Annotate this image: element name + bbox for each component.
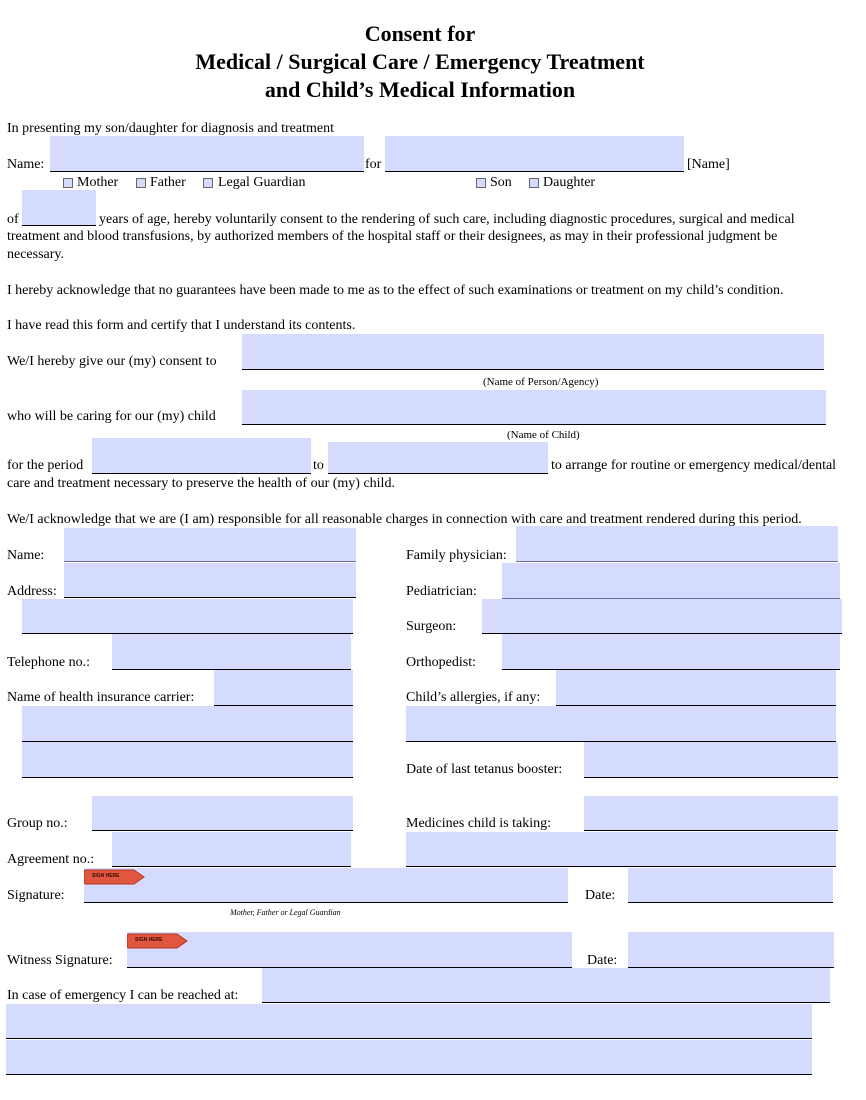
telephone-label: Telephone no.: [7,655,90,670]
form-title-line-1: Consent for [364,21,476,46]
emergency-contact-input[interactable] [262,968,830,1003]
witness-signature-label: Witness Signature: [7,953,113,968]
parent-name-input[interactable] [50,136,364,172]
tetanus-date-input[interactable] [584,742,838,778]
for-label: for [365,157,382,172]
pediatrician-input[interactable] [502,563,840,599]
emergency-contact-line-3-input[interactable] [6,1040,812,1075]
presenting-text: In presenting my son/daughter for diagno… [7,121,334,136]
emergency-label: In case of emergency I can be reached at… [7,988,239,1003]
period-line-2: care and treatment necessary to preserve… [7,476,395,491]
form-title-line-2: Medical / Surgical Care / Emergency Trea… [195,49,645,74]
parent-name-label: Name: [7,157,45,172]
insurance-line-3-input[interactable] [22,742,353,778]
son-checkbox[interactable] [476,178,486,188]
agreement-no-input[interactable] [112,832,351,867]
telephone-input[interactable] [112,634,351,670]
period-to-label: to [313,458,324,473]
age-text-line-3: necessary. [7,247,65,262]
address-line-2-input[interactable] [22,599,353,634]
legal-guardian-label: Legal Guardian [218,175,306,190]
period-from-input[interactable] [92,438,311,474]
orthopedist-input[interactable] [502,634,840,670]
family-physician-input[interactable] [516,526,838,562]
agreement-no-label: Agreement no.: [7,852,95,867]
contact-name-input[interactable] [64,528,356,562]
daughter-label: Daughter [543,175,596,190]
signature-caption: Mother, Father or Legal Guardian [230,908,341,917]
allergies-input[interactable] [556,670,836,706]
consent-to-input[interactable] [242,334,824,370]
signature-input[interactable] [84,868,568,903]
medicines-line-2-input[interactable] [406,832,836,867]
age-text-line-2: treatment and blood transfusions, by aut… [7,229,778,244]
witness-date-input[interactable] [628,932,834,968]
address-label: Address: [7,584,57,599]
family-physician-label: Family physician: [406,548,507,563]
name-suffix-label: [Name] [687,157,730,172]
surgeon-input[interactable] [482,599,842,634]
group-no-label: Group no.: [7,816,68,831]
group-no-input[interactable] [92,796,353,831]
acknowledge-text: I hereby acknowledge that no guarantees … [7,283,784,298]
witness-sign-here-tag[interactable]: SIGN HERE [127,933,189,949]
father-label: Father [150,175,186,190]
consent-to-caption: (Name of Person/Agency) [483,376,599,388]
daughter-checkbox[interactable] [529,178,539,188]
surgeon-label: Surgeon: [406,619,457,634]
address-line-1-input[interactable] [64,563,356,598]
medicines-label: Medicines child is taking: [406,816,552,831]
consent-to-label: We/I hereby give our (my) consent to [7,354,217,369]
father-checkbox[interactable] [136,178,146,188]
contact-name-label: Name: [7,548,45,563]
legal-guardian-checkbox[interactable] [203,178,213,188]
period-label: for the period [7,458,84,473]
insurance-line-2-input[interactable] [22,706,353,742]
witness-date-label: Date: [587,953,618,968]
pediatrician-label: Pediatrician: [406,584,477,599]
allergies-label: Child’s allergies, if any: [406,690,541,705]
caring-child-input[interactable] [242,390,826,425]
witness-signature-input[interactable] [127,932,572,968]
caring-caption: (Name of Child) [507,429,580,441]
sign-here-tag[interactable]: SIGN HERE [84,869,146,885]
read-text: I have read this form and certify that I… [7,318,356,333]
son-label: Son [490,175,512,190]
emergency-contact-line-2-input[interactable] [6,1004,812,1039]
signature-date-input[interactable] [628,868,833,903]
period-suffix: to arrange for routine or emergency medi… [551,458,837,473]
age-text-line-1: years of age, hereby voluntarily consent… [99,212,795,227]
insurance-carrier-input[interactable] [214,670,353,706]
tetanus-label: Date of last tetanus booster: [406,762,563,777]
signature-label: Signature: [7,888,65,903]
age-prefix: of [7,212,19,227]
signature-date-label: Date: [585,888,616,903]
mother-label: Mother [77,175,119,190]
medicines-input[interactable] [584,796,838,831]
caring-label: who will be caring for our (my) child [7,409,216,424]
form-title-line-3: and Child’s Medical Information [264,77,576,102]
orthopedist-label: Orthopedist: [406,655,476,670]
child-name-input[interactable] [385,136,684,172]
sign-here-text: SIGN HERE [92,873,120,879]
allergies-line-2-input[interactable] [406,706,836,742]
age-input[interactable] [22,190,96,226]
period-to-input[interactable] [328,442,548,474]
sign-here-text: SIGN HERE [135,937,163,943]
insurance-label: Name of health insurance carrier: [7,690,195,705]
mother-checkbox[interactable] [63,178,73,188]
